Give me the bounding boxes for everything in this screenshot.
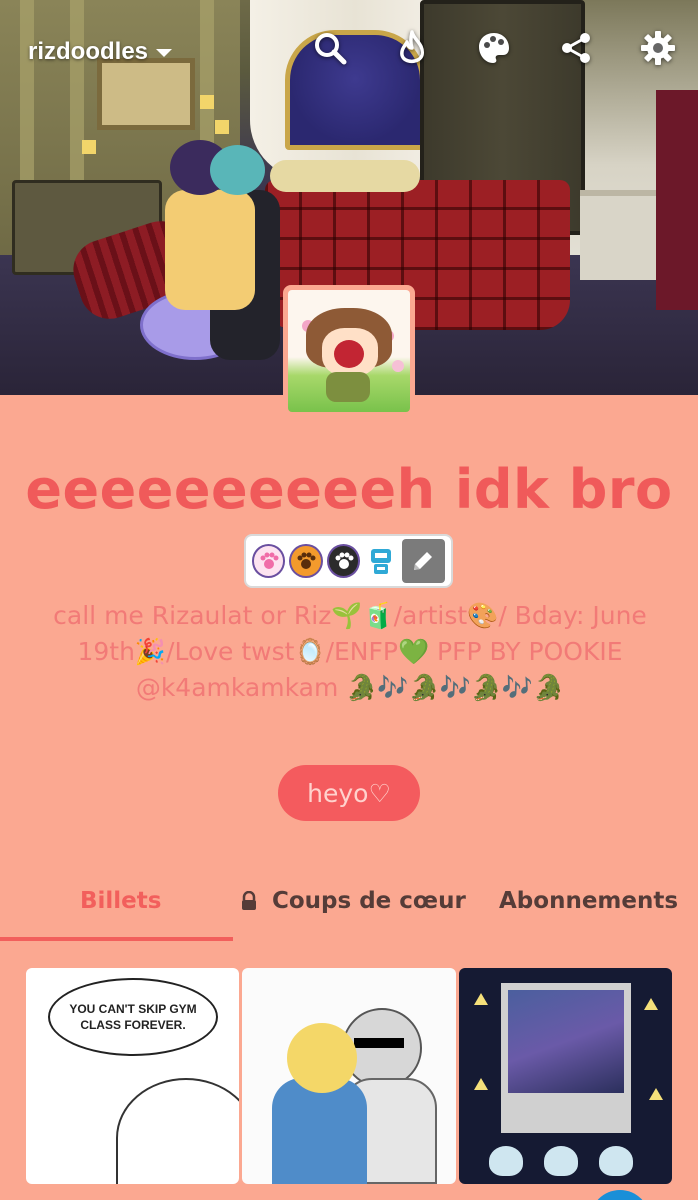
pencil-icon (414, 552, 433, 570)
blog-title: eeeeeeeeeeh idk bro (25, 458, 673, 521)
tab-posts[interactable]: Billets (80, 888, 161, 914)
palette-icon[interactable] (474, 28, 514, 68)
robot-badge-icon[interactable] (364, 544, 397, 578)
post-thumbnail[interactable] (242, 968, 456, 1184)
search-icon[interactable] (310, 28, 350, 68)
heyo-button[interactable]: heyo♡ (278, 765, 420, 821)
settings-gear-icon[interactable] (638, 28, 678, 68)
post-thumbnail[interactable]: YOU CAN'T SKIP GYM CLASS FOREVER. (26, 968, 240, 1184)
blog-description: call me Rizaulat or Riz🌱🧃/artist🎨/ Bday:… (53, 601, 647, 702)
comic-speech-bubble: YOU CAN'T SKIP GYM CLASS FOREVER. (48, 978, 218, 1056)
top-bar: rizdoodles (0, 0, 698, 100)
blog-name: rizdoodles (28, 38, 149, 65)
profile-tabs: Billets Coups de cœur Abonnements (0, 880, 698, 942)
lock-icon (242, 891, 256, 910)
posts-grid: YOU CAN'T SKIP GYM CLASS FOREVER. (26, 968, 672, 1184)
activity-flame-icon[interactable] (392, 28, 432, 68)
active-tab-indicator (0, 937, 233, 941)
avatar[interactable] (283, 285, 415, 417)
chevron-down-icon (156, 49, 173, 57)
post-thumbnail[interactable] (458, 968, 672, 1184)
paw-badge-pink-icon[interactable] (252, 544, 286, 578)
paw-badge-dark-icon[interactable] (326, 544, 361, 578)
tab-following[interactable]: Abonnements (499, 888, 678, 914)
badges-bar[interactable] (244, 534, 453, 588)
tab-likes-label: Coups de cœur (272, 888, 466, 914)
paw-badge-orange-icon[interactable] (289, 544, 323, 578)
edit-badges-button[interactable] (401, 539, 446, 583)
tab-likes[interactable]: Coups de cœur (240, 888, 466, 914)
compose-button[interactable] (590, 1190, 650, 1200)
share-icon[interactable] (556, 28, 596, 68)
blog-switcher[interactable]: rizdoodles (28, 38, 173, 66)
